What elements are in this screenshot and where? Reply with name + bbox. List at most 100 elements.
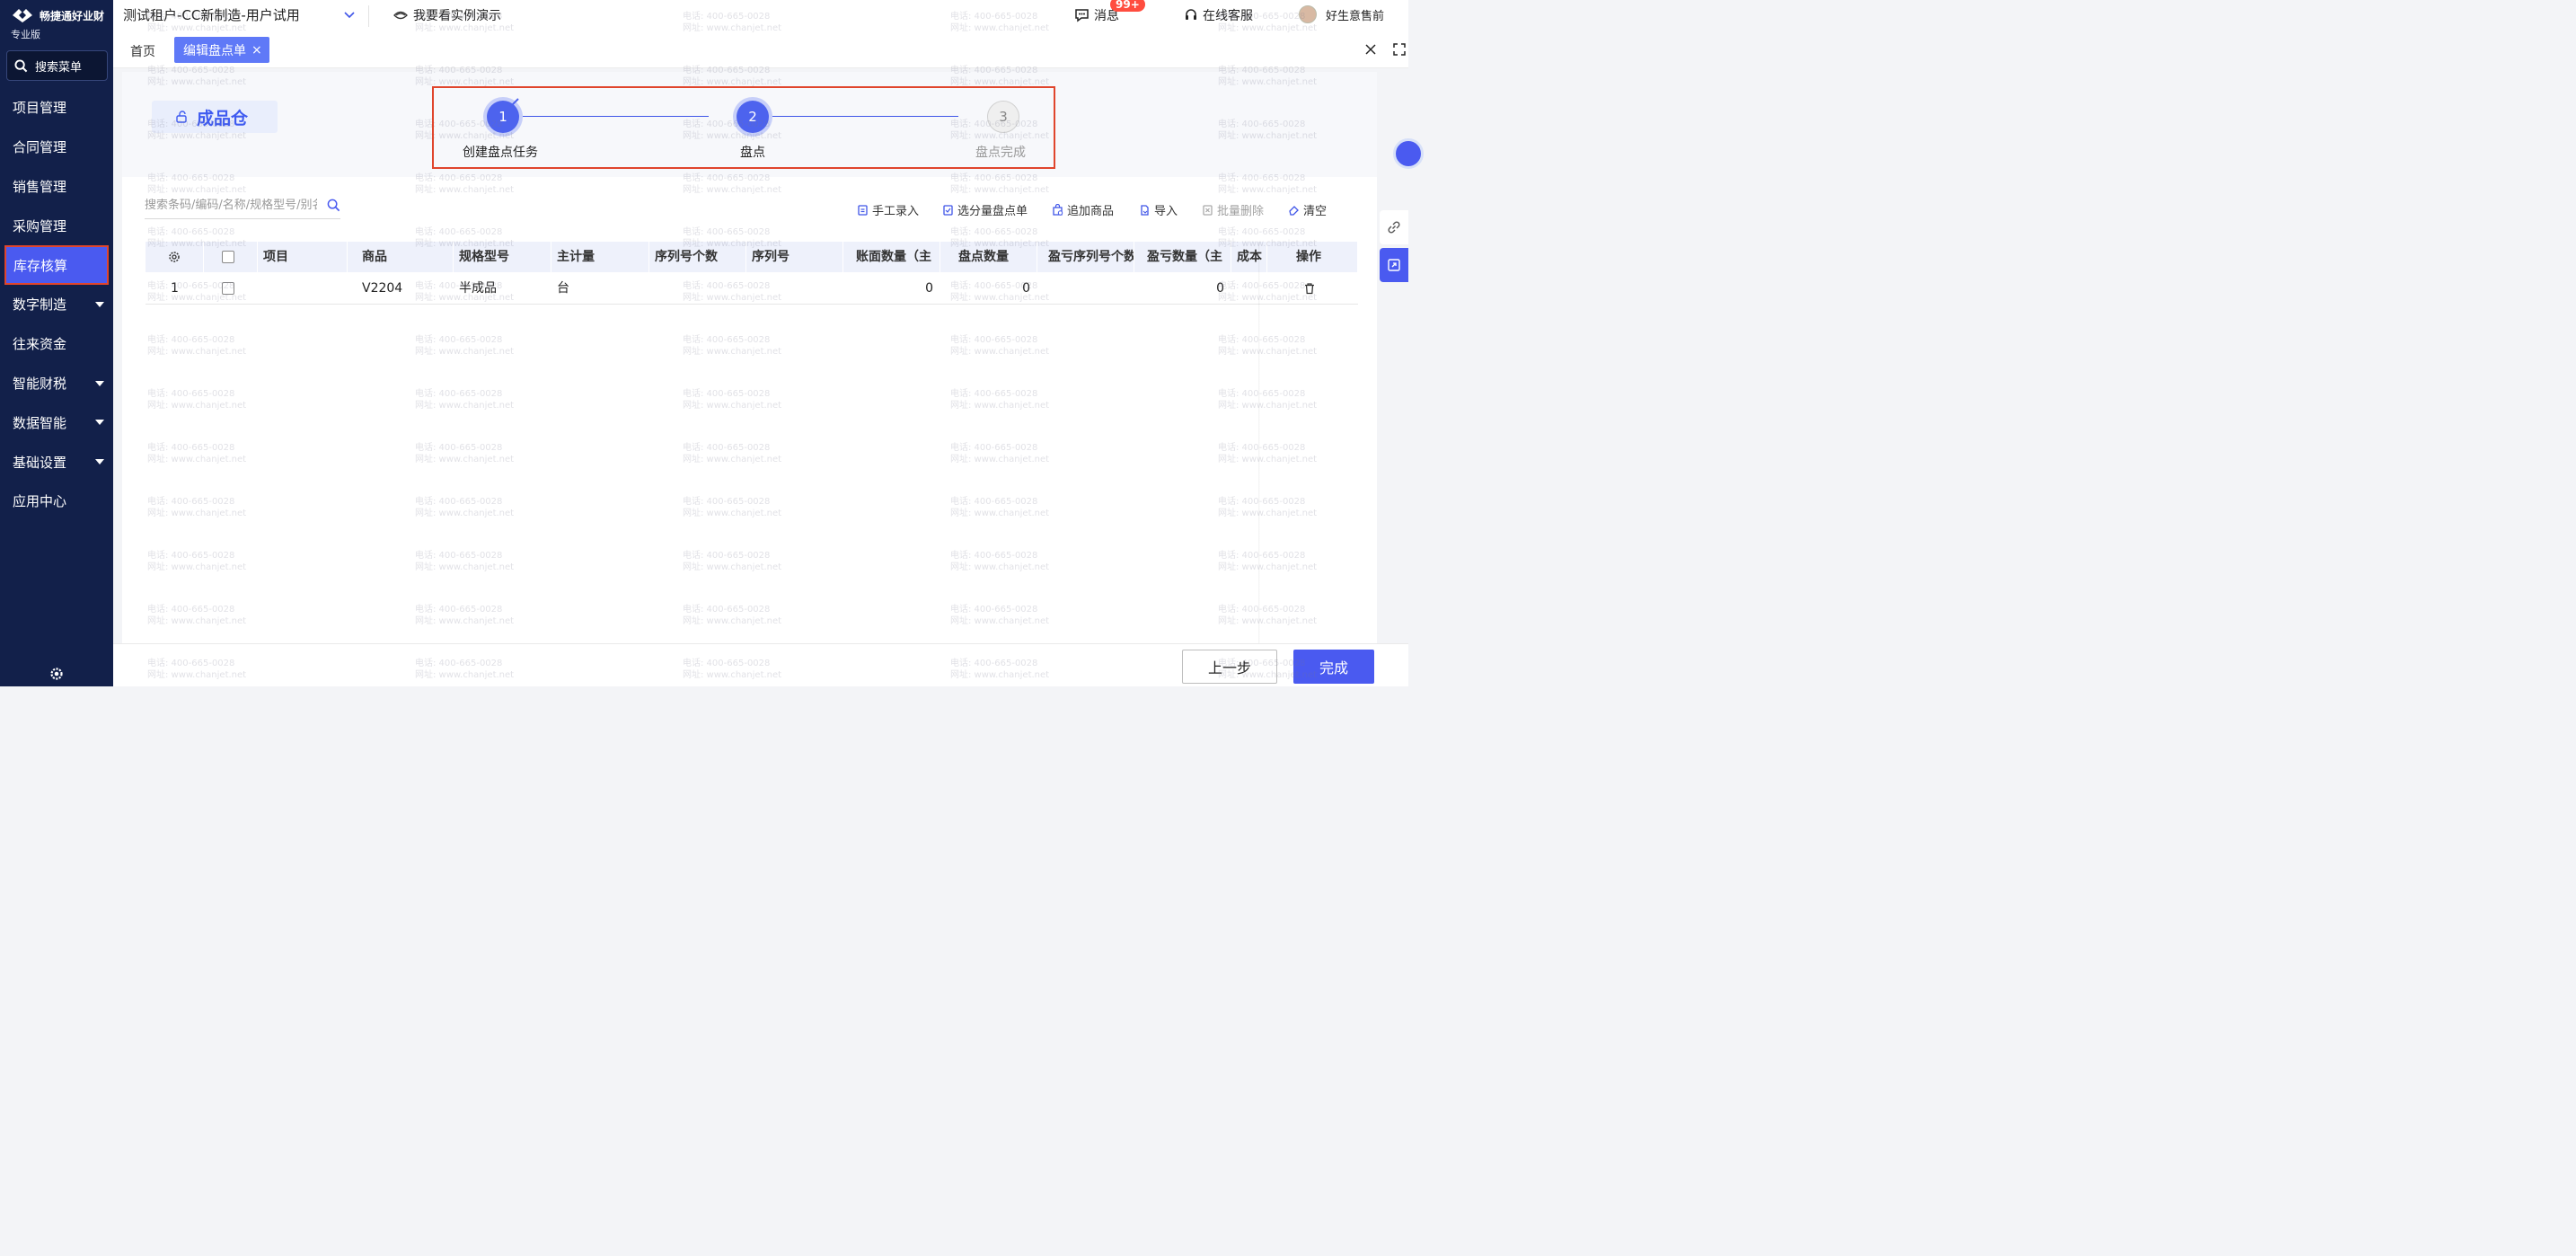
warehouse-tag: 成品仓: [152, 101, 278, 133]
cell-spec: 半成品: [459, 281, 497, 296]
nav-item-finance-tax[interactable]: 智能财税: [0, 364, 113, 403]
expand-panel-button[interactable]: [1380, 248, 1408, 282]
nav-menu: 项目管理 合同管理 销售管理 采购管理 库存核算 数字制造 往来资金 智能财税 …: [0, 88, 113, 521]
cell-diff-serial-count: [1037, 272, 1134, 305]
cell-goods[interactable]: V2204: [357, 272, 454, 305]
table-header: 项目 商品 规格型号 主计量 序列号个数 序列号 账面数量（主 盘点数量 盈亏序…: [146, 242, 1358, 272]
link-button[interactable]: [1380, 210, 1408, 244]
nav-item-inventory[interactable]: 库存核算: [4, 245, 109, 285]
nav-item-app-center[interactable]: 应用中心: [0, 482, 113, 521]
batch-delete-label: 批量删除: [1217, 205, 1265, 218]
nav-item-contract[interactable]: 合同管理: [0, 128, 113, 167]
eraser-icon: [1289, 206, 1299, 216]
select-all-checkbox[interactable]: [222, 251, 234, 263]
nav-item-purchase[interactable]: 采购管理: [0, 206, 113, 245]
manual-entry-label: 手工录入: [872, 205, 920, 218]
assistant-bubble[interactable]: [1393, 138, 1424, 169]
expand-icon: [1388, 259, 1400, 271]
clipboard-edit-icon: [858, 205, 868, 216]
cell-actions: [1267, 272, 1358, 305]
tab-edit-stocktake[interactable]: 编辑盘点单 ×: [174, 37, 269, 63]
add-goods-label: 追加商品: [1067, 205, 1115, 218]
topbar-divider: [368, 5, 369, 27]
cell-project[interactable]: [258, 272, 357, 305]
cell-count-qty[interactable]: 0: [940, 272, 1037, 305]
brand-logo-icon: [12, 9, 32, 22]
brand-edition: 专业版: [11, 29, 40, 40]
step-3-number: 3: [999, 109, 1008, 125]
user-name: 好生意售前: [1326, 9, 1385, 23]
headset-icon: [1186, 9, 1196, 20]
cell-diff-qty: 0: [1216, 281, 1224, 296]
brand: 畅捷通好业财 专业版: [0, 0, 113, 43]
eye-icon: [393, 11, 408, 20]
search-icon: [14, 58, 28, 72]
search-icon[interactable]: [327, 199, 340, 212]
stocktake-content: 成品仓 1 2 3 创建盘点任务 盘点 盘点完成 手工录入: [122, 72, 1377, 647]
app-root: 畅捷通好业财 专业版 搜索菜单 项目管理 合同管理 销售管理 采购管理 库存核算…: [0, 0, 1424, 686]
import-button[interactable]: 导入: [1139, 201, 1178, 218]
close-icon[interactable]: [1364, 43, 1377, 56]
previous-step-button[interactable]: 上一步: [1182, 650, 1277, 684]
clear-button[interactable]: 清空: [1288, 201, 1327, 218]
table-row: 1 V2204 半成品 台 0 0 0: [146, 272, 1358, 305]
nav-item-manufacturing[interactable]: 数字制造: [0, 285, 113, 324]
select-split-button[interactable]: 选分量盘点单: [942, 201, 1028, 218]
demo-link[interactable]: 我要看实例演示: [393, 6, 501, 24]
batch-delete-button[interactable]: 批量删除: [1202, 201, 1264, 218]
nav-item-project[interactable]: 项目管理: [0, 88, 113, 128]
add-goods-button[interactable]: 追加商品: [1052, 201, 1114, 218]
import-icon: [1141, 205, 1149, 216]
tenant-selector[interactable]: 测试租户-CC新制造-用户试用: [123, 5, 300, 24]
online-support-button[interactable]: 在线客服: [1184, 6, 1253, 24]
cell-serial[interactable]: [746, 272, 843, 305]
fixed-column-shadow: [1258, 242, 1260, 646]
nav-item-funds[interactable]: 往来资金: [0, 324, 113, 364]
user-menu[interactable]: 好生意售前: [1299, 5, 1384, 23]
col-header-serial: 序列号: [746, 242, 843, 272]
sidebar: 畅捷通好业财 专业版 搜索菜单 项目管理 合同管理 销售管理 采购管理 库存核算…: [0, 0, 113, 686]
link-icon: [1388, 221, 1400, 234]
col-header-book-qty: 账面数量（主: [843, 242, 940, 272]
caret-down-icon: [95, 420, 104, 426]
step-2-number: 2: [748, 109, 757, 125]
step-3-circle: 3: [987, 101, 1019, 133]
step-1-label: 创建盘点任务: [463, 146, 538, 160]
nav-item-label: 应用中心: [13, 493, 67, 510]
chat-icon: [1075, 9, 1089, 22]
tab-close-icon[interactable]: ×: [251, 43, 262, 57]
nav-item-label: 数字制造: [13, 296, 67, 314]
nav-item-sales[interactable]: 销售管理: [0, 167, 113, 207]
trash-icon[interactable]: [1303, 282, 1316, 295]
fullscreen-icon[interactable]: [1393, 43, 1406, 56]
footer-actions: 上一步 完成: [113, 643, 1408, 686]
warehouse-name: 成品仓: [197, 108, 249, 128]
tabs-bar: 首页 编辑盘点单 ×: [113, 32, 1408, 68]
tab-home[interactable]: 首页: [130, 42, 155, 60]
col-header-diff-qty: 盈亏数量（主: [1134, 242, 1231, 272]
step-2-circle: 2: [737, 101, 769, 133]
chevron-down-icon[interactable]: [343, 9, 356, 22]
settings-gear-icon[interactable]: [49, 667, 64, 681]
brand-name: 畅捷通好业财: [39, 9, 104, 22]
online-support-label: 在线客服: [1203, 9, 1253, 23]
nav-item-label: 合同管理: [13, 139, 67, 156]
nav-item-label: 智能财税: [13, 375, 67, 392]
nav-item-basic-settings[interactable]: 基础设置: [0, 442, 113, 482]
col-header-cost: 成本: [1231, 242, 1267, 272]
search-menu-button[interactable]: 搜索菜单: [6, 50, 108, 81]
caret-down-icon: [95, 459, 104, 465]
goods-search-input[interactable]: [145, 199, 317, 212]
nav-item-data-intelligence[interactable]: 数据智能: [0, 402, 113, 442]
cell-cost: [1231, 272, 1267, 305]
col-header-unit: 主计量: [551, 242, 649, 272]
finish-button[interactable]: 完成: [1293, 650, 1374, 684]
row-checkbox[interactable]: [222, 282, 234, 295]
nav-item-label: 采购管理: [13, 217, 67, 234]
gear-icon: [169, 252, 180, 262]
col-header-project: 项目: [258, 242, 348, 272]
col-header-goods: 商品: [357, 242, 454, 272]
column-settings[interactable]: [146, 242, 204, 272]
caret-down-icon: [95, 380, 104, 386]
manual-entry-button[interactable]: 手工录入: [857, 201, 919, 218]
